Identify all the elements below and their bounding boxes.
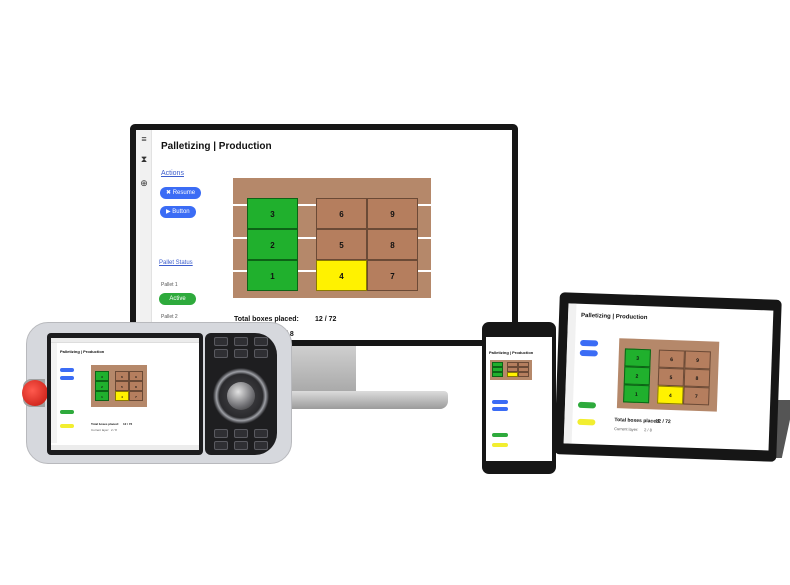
button-label: Button (172, 209, 190, 215)
step-back-key[interactable] (214, 441, 228, 450)
pallet-box-6: 6 (658, 349, 685, 369)
play-icon: ▶ (166, 209, 171, 215)
hourglass-icon[interactable]: ⧗ (138, 154, 150, 165)
total-boxes-label: Total boxes placed: (91, 422, 119, 426)
actions-label: Actions (161, 170, 184, 177)
pallet-box-3: 3 (624, 348, 651, 368)
pallet-box-9: 9 (367, 198, 418, 229)
home-key[interactable] (234, 349, 248, 358)
resume-button[interactable] (492, 400, 508, 404)
pallet-box-1: 1 (623, 384, 650, 404)
pallet-box-1: 1 (95, 391, 109, 401)
total-boxes-value: 12 / 72 (655, 418, 671, 426)
current-layer-label: Current layer: (91, 428, 110, 432)
resume-label: Resume (172, 190, 196, 196)
generic-button[interactable] (492, 407, 508, 411)
status-bar (51, 338, 199, 343)
pallet-1-status-badge: Active (159, 293, 196, 305)
pallet-box-6: 6 (316, 198, 367, 229)
pallet-box-9: 9 (129, 371, 143, 381)
pallet-box-3: 3 (95, 371, 109, 381)
sidebar: ≡ ⧗ ⊕ (136, 130, 152, 340)
pallet-box-1 (492, 372, 503, 377)
stop-key[interactable] (214, 429, 228, 438)
pallet-box-7 (518, 372, 529, 377)
pause-key[interactable] (234, 441, 248, 450)
pallet-box-5: 5 (657, 367, 685, 387)
generic-button[interactable] (579, 349, 598, 357)
pallet-status-label: Pallet Status (159, 260, 193, 266)
bottom-status-bar (51, 445, 199, 450)
play-key[interactable] (234, 429, 248, 438)
monitor-neck (292, 346, 356, 392)
pallet-2-label: Pallet 2 (161, 314, 178, 320)
pallet-box-9: 9 (684, 350, 711, 370)
phone-screen: Palletizing | Production (486, 337, 552, 461)
pallet-box-3: 3 (247, 198, 298, 229)
pallet-box-7: 7 (367, 260, 418, 291)
pallet-box-8: 8 (129, 381, 143, 391)
pallet-graphic (490, 360, 532, 380)
resume-button[interactable]: ✖ Resume (160, 187, 202, 199)
settings-key[interactable] (254, 337, 268, 346)
pallet-box-8: 8 (367, 229, 418, 260)
pallet-1-status-badge (60, 410, 74, 414)
pallet-graphic: 321654987 (616, 338, 720, 412)
menu-key[interactable] (254, 349, 268, 358)
resume-button[interactable] (580, 339, 599, 347)
settings-icon[interactable]: ⊕ (138, 178, 150, 189)
pallet-2-status-badge (492, 443, 508, 447)
pallet-1-status-badge (492, 433, 508, 437)
minus-key[interactable] (214, 349, 228, 358)
pallet-box-2: 2 (95, 381, 109, 391)
generic-button[interactable]: ▶ Button (160, 206, 196, 218)
pallet-box-7: 7 (129, 391, 143, 401)
pallet-box-5: 5 (316, 229, 367, 260)
total-boxes-value: 12 / 72 (123, 422, 133, 426)
grid-key[interactable] (254, 429, 268, 438)
emergency-stop-button[interactable] (22, 380, 48, 406)
pallet-box-4 (507, 372, 518, 377)
pallet-box-4: 4 (316, 260, 367, 291)
generic-button[interactable] (60, 376, 74, 380)
step-forward-key[interactable] (254, 441, 268, 450)
pallet-box-8: 8 (683, 368, 711, 388)
menu-icon[interactable]: ≡ (138, 134, 150, 144)
page-title: Palletizing | Production (489, 350, 534, 355)
resume-button[interactable] (60, 368, 74, 372)
pallet-graphic: 321654987 (91, 365, 147, 407)
pallet-2-status-badge (577, 418, 596, 426)
pallet-1-status-badge (577, 401, 597, 409)
monitor-screen: ≡ ⧗ ⊕ Palletizing | Production Actions ✖… (136, 130, 512, 340)
power-key[interactable] (214, 337, 228, 346)
pallet-box-4: 4 (115, 391, 129, 401)
current-layer-label: Current layer: (614, 426, 639, 432)
jog-joystick[interactable] (227, 382, 255, 410)
sidebar (51, 343, 57, 443)
current-layer-value: 2 / 8 (644, 427, 653, 433)
current-layer-value: 2 / 8 (111, 428, 117, 432)
monitor-stand (284, 391, 448, 409)
close-icon: ✖ (166, 190, 172, 196)
pallet-box-6: 6 (115, 371, 129, 381)
pallet-box-2: 2 (247, 229, 298, 260)
pallet-2-status-badge (60, 424, 74, 428)
pallet-box-1: 1 (247, 260, 298, 291)
pallet-graphic: 321654987 (233, 178, 431, 298)
page-title: Palletizing | Production (161, 141, 272, 152)
pallet-box-5: 5 (115, 381, 129, 391)
pallet-box-2: 2 (623, 366, 651, 386)
page-title: Palletizing | Production (580, 312, 648, 322)
camera-key[interactable] (234, 337, 248, 346)
pendant-screen: Palletizing | Production 321654987 Total… (51, 338, 199, 450)
pallet-box-4: 4 (657, 385, 684, 405)
pallet-box-7: 7 (683, 386, 710, 406)
pallet-1-label: Pallet 1 (161, 282, 178, 288)
total-boxes-value: 12 / 72 (315, 316, 337, 323)
total-boxes-label: Total boxes placed: (614, 417, 661, 425)
page-title: Palletizing | Production (60, 349, 105, 354)
tablet-screen: Palletizing | Production 321654987 Total… (563, 303, 774, 451)
